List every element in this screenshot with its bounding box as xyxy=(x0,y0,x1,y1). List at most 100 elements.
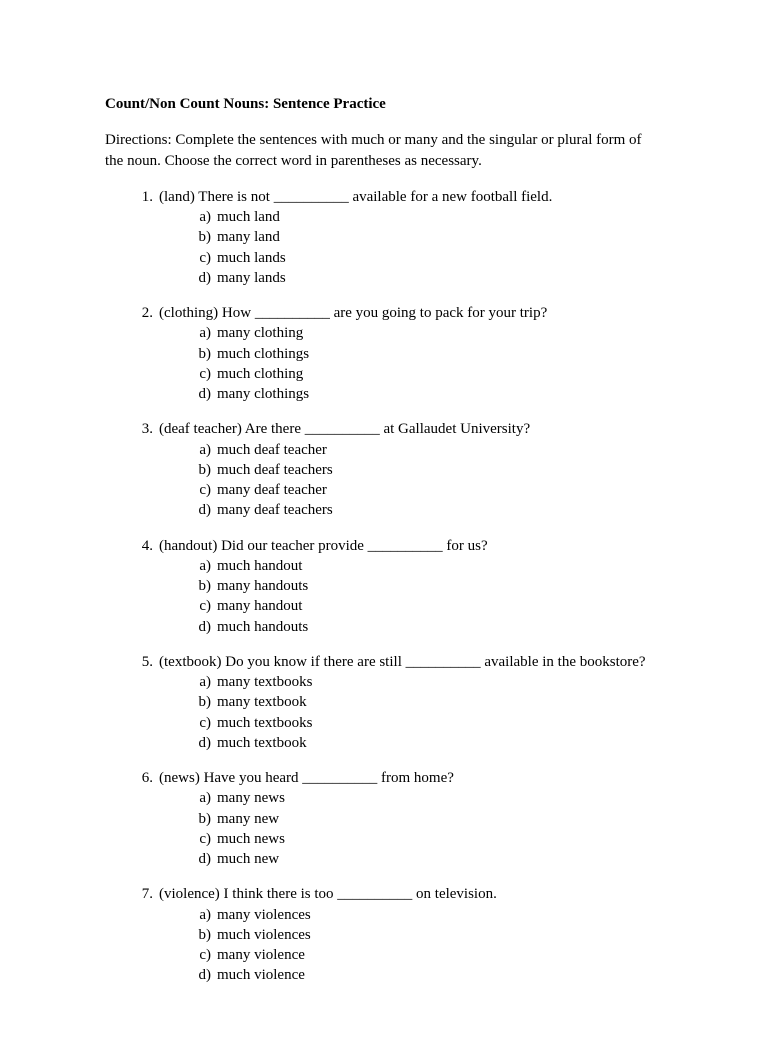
option-text: much handouts xyxy=(217,617,308,637)
question-item: 5. (textbook) Do you know if there are st… xyxy=(133,652,663,753)
option-letter: d) xyxy=(193,849,211,869)
question-item: 2. (clothing) How __________ are you goin… xyxy=(133,303,663,404)
option-letter: b) xyxy=(193,576,211,596)
question-row: 5. (textbook) Do you know if there are st… xyxy=(133,652,663,672)
question-text: (clothing) How __________ are you going … xyxy=(159,303,547,323)
option-letter: b) xyxy=(193,227,211,247)
option-item: a) many violences xyxy=(193,905,663,925)
question-number: 2. xyxy=(133,303,153,323)
option-letter: b) xyxy=(193,460,211,480)
option-letter: a) xyxy=(193,788,211,808)
options-list: a)much landb)many landc)much landsd)many… xyxy=(133,207,663,288)
option-item: c) many handout xyxy=(193,596,663,616)
option-text: many textbook xyxy=(217,692,307,712)
option-text: much clothings xyxy=(217,344,309,364)
option-letter: d) xyxy=(193,500,211,520)
option-text: many news xyxy=(217,788,285,808)
option-text: much clothing xyxy=(217,364,303,384)
option-text: many deaf teachers xyxy=(217,500,333,520)
option-letter: b) xyxy=(193,344,211,364)
option-letter: c) xyxy=(193,248,211,268)
option-item: d) much handouts xyxy=(193,617,663,637)
question-row: 1.(land) There is not __________ availab… xyxy=(133,187,663,207)
option-text: much news xyxy=(217,829,285,849)
question-number: 5. xyxy=(133,652,153,672)
directions-text: Directions: Complete the sentences with … xyxy=(105,130,663,171)
option-text: much new xyxy=(217,849,279,869)
question-row: 4. (handout) Did our teacher provide ____… xyxy=(133,536,663,556)
option-text: much violence xyxy=(217,965,305,985)
options-list: a)much deaf teacherb) much deaf teachersc… xyxy=(133,440,663,521)
question-text: (news) Have you heard __________ from ho… xyxy=(159,768,454,788)
option-letter: d) xyxy=(193,617,211,637)
question-row: 3. (deaf teacher) Are there __________ at… xyxy=(133,419,663,439)
question-text: (handout) Did our teacher provide ______… xyxy=(159,536,488,556)
question-item: 6. (news) Have you heard __________ from … xyxy=(133,768,663,869)
option-item: a)many clothing xyxy=(193,323,663,343)
option-item: b) much clothings xyxy=(193,344,663,364)
option-letter: c) xyxy=(193,945,211,965)
option-item: a)much deaf teacher xyxy=(193,440,663,460)
question-number: 6. xyxy=(133,768,153,788)
option-text: much textbooks xyxy=(217,713,312,733)
option-item: c) much clothing xyxy=(193,364,663,384)
question-item: 3. (deaf teacher) Are there __________ at… xyxy=(133,419,663,520)
question-row: 7. (violence) I think there is too ______… xyxy=(133,884,663,904)
option-text: many textbooks xyxy=(217,672,312,692)
option-text: much handout xyxy=(217,556,302,576)
option-text: many violence xyxy=(217,945,305,965)
option-item: b)many land xyxy=(193,227,663,247)
option-item: b) many handouts xyxy=(193,576,663,596)
question-row: 6. (news) Have you heard __________ from … xyxy=(133,768,663,788)
option-letter: c) xyxy=(193,829,211,849)
options-list: a) much handout b) many handouts c) many hand… xyxy=(133,556,663,637)
question-number: 4. xyxy=(133,536,153,556)
option-item: d) much new xyxy=(193,849,663,869)
question-item: 7. (violence) I think there is too ______… xyxy=(133,884,663,985)
option-text: many new xyxy=(217,809,279,829)
option-text: much deaf teachers xyxy=(217,460,333,480)
options-list: a)many textbooksb)many textbookc)much te… xyxy=(133,672,663,753)
question-text: (deaf teacher) Are there __________ at G… xyxy=(159,419,530,439)
option-text: many clothing xyxy=(217,323,303,343)
option-item: c)much textbooks xyxy=(193,713,663,733)
option-letter: c) xyxy=(193,596,211,616)
options-list: a)many clothingb) much clothings c) much cl… xyxy=(133,323,663,404)
questions-list: 1.(land) There is not __________ availab… xyxy=(105,187,663,986)
option-item: a) much handout xyxy=(193,556,663,576)
option-item: b)much violences xyxy=(193,925,663,945)
option-letter: b) xyxy=(193,925,211,945)
question-text: (violence) I think there is too ________… xyxy=(159,884,497,904)
option-text: many handout xyxy=(217,596,302,616)
option-letter: a) xyxy=(193,556,211,576)
option-item: a) many news xyxy=(193,788,663,808)
option-letter: c) xyxy=(193,364,211,384)
option-text: many lands xyxy=(217,268,286,288)
option-letter: a) xyxy=(193,905,211,925)
options-list: a) many news b) many new c) much news d) much n… xyxy=(133,788,663,869)
worksheet-title: Count/Non Count Nouns: Sentence Practice xyxy=(105,94,663,114)
question-number: 3. xyxy=(133,419,153,439)
option-text: many violences xyxy=(217,905,311,925)
option-item: a)much land xyxy=(193,207,663,227)
question-number: 7. xyxy=(133,884,153,904)
question-row: 2. (clothing) How __________ are you goin… xyxy=(133,303,663,323)
option-item: d)many lands xyxy=(193,268,663,288)
option-item: c)many deaf teacher xyxy=(193,480,663,500)
option-letter: d) xyxy=(193,384,211,404)
option-letter: d) xyxy=(193,733,211,753)
question-item: 4. (handout) Did our teacher provide ____… xyxy=(133,536,663,637)
question-item: 1.(land) There is not __________ availab… xyxy=(133,187,663,288)
option-item: b) much deaf teachers xyxy=(193,460,663,480)
option-text: many clothings xyxy=(217,384,309,404)
option-letter: b) xyxy=(193,809,211,829)
option-text: many handouts xyxy=(217,576,308,596)
option-letter: a) xyxy=(193,440,211,460)
option-item: b) many new xyxy=(193,809,663,829)
option-item: d)much violence xyxy=(193,965,663,985)
option-item: c) much news xyxy=(193,829,663,849)
option-letter: a) xyxy=(193,207,211,227)
option-item: c)much lands xyxy=(193,248,663,268)
option-text: many deaf teacher xyxy=(217,480,327,500)
question-text: (textbook) Do you know if there are stil… xyxy=(159,652,646,672)
